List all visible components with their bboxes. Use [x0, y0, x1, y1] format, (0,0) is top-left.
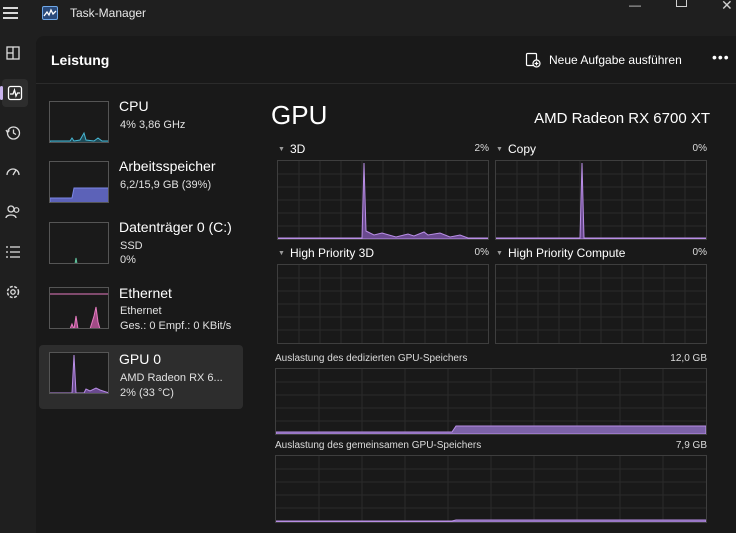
engine-copy-label[interactable]: Copy: [508, 142, 536, 156]
minimize-button[interactable]: —: [629, 0, 641, 12]
device-usage: 0%: [120, 254, 136, 266]
cpu-mini-graph: [49, 101, 109, 143]
app-title: Task-Manager: [70, 6, 147, 20]
device-name: GPU 0: [119, 351, 162, 367]
panel-header: Leistung Neue Aufgabe ausführen •••: [36, 36, 736, 84]
engine-copy-value: 0%: [692, 143, 707, 154]
app-history-icon[interactable]: [0, 119, 26, 147]
engine-hp3d-graph: [277, 264, 489, 344]
users-icon[interactable]: [0, 198, 26, 226]
shared-memory-graph: [275, 455, 707, 523]
engine-copy-graph: [495, 160, 707, 240]
engine-hpcompute-graph: [495, 264, 707, 344]
engine-3d-value: 2%: [474, 143, 489, 154]
performance-panel: Leistung Neue Aufgabe ausführen ••• CPU …: [36, 36, 736, 533]
hamburger-icon[interactable]: [3, 4, 19, 20]
engine-3d-graph: [277, 160, 489, 240]
engine-hpcompute-value: 0%: [692, 247, 707, 258]
new-task-icon: [525, 52, 541, 68]
new-task-label: Neue Aufgabe ausführen: [549, 53, 682, 67]
title-bar: Task-Manager — ✕: [0, 0, 736, 36]
engine-hp3d-value: 0%: [474, 247, 489, 258]
engine-3d-label[interactable]: 3D: [290, 142, 305, 156]
task-manager-icon: [42, 6, 58, 20]
detail-title: GPU: [271, 100, 328, 130]
processes-icon[interactable]: [0, 39, 26, 67]
device-ethernet[interactable]: Ethernet Ethernet Ges.: 0 Empf.: 0 KBit/…: [39, 281, 243, 344]
device-gpu[interactable]: GPU 0 AMD Radeon RX 6... 2% (33 °C): [39, 345, 243, 409]
chevron-down-icon[interactable]: ▼: [496, 146, 503, 153]
new-task-button[interactable]: Neue Aufgabe ausführen: [525, 50, 682, 70]
device-memory[interactable]: Arbeitsspeicher 6,2/15,9 GB (39%): [39, 153, 243, 216]
details-icon[interactable]: [0, 238, 26, 266]
engine-hp3d-label[interactable]: High Priority 3D: [290, 246, 374, 260]
gpu-model-name: AMD Radeon RX 6700 XT: [534, 110, 710, 127]
dedicated-memory-max: 12,0 GB: [670, 353, 707, 364]
engine-hpcompute-label[interactable]: High Priority Compute: [508, 246, 625, 260]
device-name: Ethernet: [119, 285, 172, 301]
more-icon[interactable]: •••: [712, 49, 730, 65]
gpu-mini-graph: [49, 352, 109, 394]
services-icon[interactable]: [0, 278, 26, 306]
performance-icon[interactable]: [0, 79, 28, 107]
shared-memory-max: 7,9 GB: [675, 440, 707, 451]
memory-mini-graph: [49, 161, 109, 203]
shared-memory-label: Auslastung des gemeinsamen GPU-Speichers: [275, 440, 482, 451]
device-usage: 2% (33 °C): [120, 387, 174, 399]
device-detail: 4% 3,86 GHz: [120, 119, 186, 131]
chevron-down-icon[interactable]: ▼: [496, 250, 503, 257]
device-detail: AMD Radeon RX 6...: [120, 372, 223, 384]
dedicated-memory-label: Auslastung des dedizierten GPU-Speichers: [275, 353, 468, 364]
startup-apps-icon[interactable]: [0, 158, 26, 186]
device-disk[interactable]: Datenträger 0 (C:) SSD 0%: [39, 214, 243, 277]
device-throughput: Ges.: 0 Empf.: 0 KBit/s: [120, 320, 232, 332]
device-name: Datenträger 0 (C:): [119, 219, 232, 235]
ethernet-mini-graph: [49, 287, 109, 329]
section-title: Leistung: [51, 52, 110, 68]
device-name: Arbeitsspeicher: [119, 158, 216, 174]
disk-mini-graph: [49, 222, 109, 264]
device-detail: SSD: [120, 240, 143, 252]
maximize-button[interactable]: [676, 0, 687, 7]
device-cpu[interactable]: CPU 4% 3,86 GHz: [39, 93, 243, 156]
nav-rail: [0, 36, 36, 533]
device-name: CPU: [119, 98, 149, 114]
chevron-down-icon[interactable]: ▼: [278, 250, 285, 257]
close-button[interactable]: ✕: [721, 0, 733, 14]
chevron-down-icon[interactable]: ▼: [278, 146, 285, 153]
dedicated-memory-graph: [275, 368, 707, 435]
device-detail: 6,2/15,9 GB (39%): [120, 179, 212, 191]
device-detail: Ethernet: [120, 305, 162, 317]
